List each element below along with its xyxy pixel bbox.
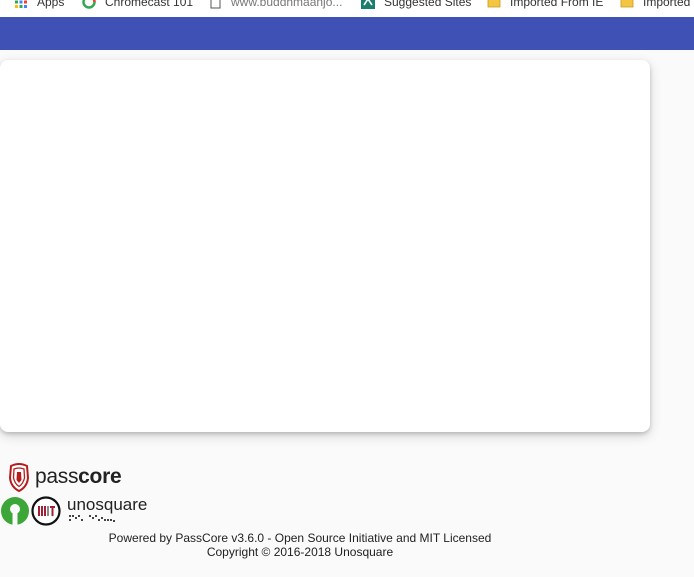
passcore-wordmark: passcore <box>35 465 122 489</box>
license-logos: unosquare <box>0 496 147 526</box>
bookmark-label: Apps <box>37 0 65 9</box>
copyright-text: Copyright © 2016-2018 Unosquare <box>206 545 394 559</box>
bookmarks-bar: Apps Chromecast 101 www.buddhmaanjo... S… <box>0 0 694 17</box>
suggested-sites-icon <box>361 0 375 9</box>
passcore-wordmark-light: pass <box>35 465 79 488</box>
page-icon <box>208 0 222 9</box>
passcore-logo: passcore <box>7 462 122 492</box>
folder-icon <box>620 0 634 9</box>
main-card <box>0 60 650 432</box>
app-bar <box>0 17 694 50</box>
bookmark-buddhmaanjo[interactable]: www.buddhmaanjo... <box>208 0 342 12</box>
unosquare-wordmark: unosquare <box>67 495 148 514</box>
powered-by-text: Powered by PassCore v3.6.0 - Open Source… <box>108 531 492 545</box>
bookmark-chromecast[interactable]: Chromecast 101 <box>82 0 193 12</box>
bookmark-label: Suggested Sites <box>384 0 472 9</box>
bookmark-label: www.buddhmaanjo... <box>231 0 343 9</box>
unosquare-dots-icon <box>69 515 115 522</box>
apps-grid-icon <box>14 0 28 9</box>
passcore-wordmark-bold: core <box>78 465 122 488</box>
bookmark-imported-from-ie[interactable]: Imported From IE <box>487 0 603 12</box>
bookmark-label: Chromecast 101 <box>105 0 194 9</box>
bookmark-suggested-sites[interactable]: Suggested Sites <box>361 0 471 12</box>
unosquare-logo: unosquare <box>67 496 147 526</box>
mit-license-icon <box>31 496 61 526</box>
bookmark-imported[interactable]: Imported <box>620 0 690 12</box>
bookmark-apps[interactable]: Apps <box>14 0 64 12</box>
open-source-initiative-icon <box>1 497 29 526</box>
footer: Powered by PassCore v3.6.0 - Open Source… <box>0 531 600 559</box>
passcore-shield-icon <box>8 463 30 492</box>
google-icon <box>82 0 96 9</box>
bookmark-label: Imported <box>643 0 691 9</box>
bookmark-label: Imported From IE <box>510 0 604 9</box>
folder-icon <box>487 0 501 9</box>
